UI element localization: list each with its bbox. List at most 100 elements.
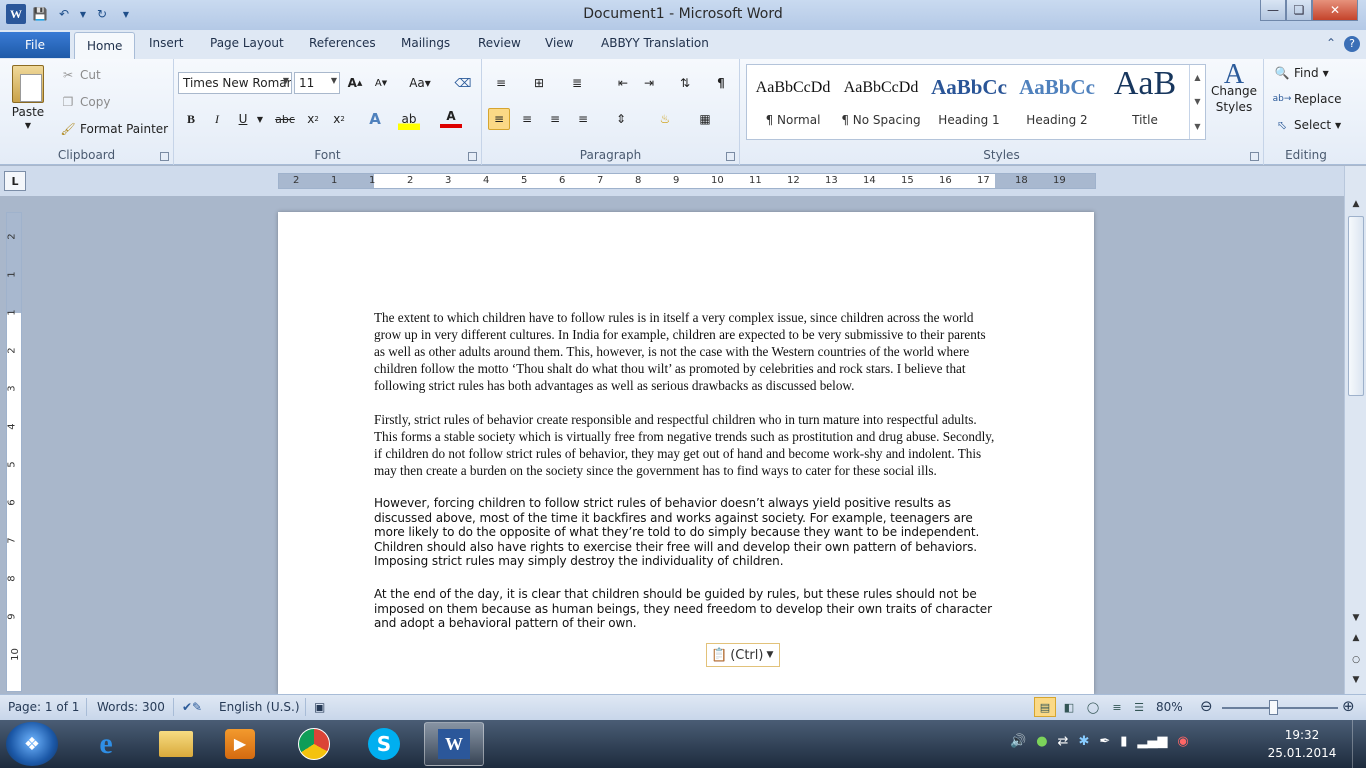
sync-icon[interactable]: ⇄ [1058, 734, 1069, 749]
chrome-icon[interactable] [284, 722, 344, 766]
shading-icon[interactable]: ♨ [654, 108, 676, 130]
grow-font-icon[interactable]: A ▲ [344, 72, 366, 94]
full-screen-reading-icon[interactable]: ◧ [1058, 697, 1080, 717]
tab-selector-button[interactable]: L [4, 171, 26, 191]
start-button[interactable]: ❖ [6, 722, 58, 766]
file-explorer-icon[interactable] [146, 722, 206, 766]
maximize-button[interactable]: ❏ [1286, 0, 1312, 21]
cut-button[interactable]: ✂ Cut [60, 67, 101, 83]
style-title[interactable]: AaB Title [1101, 65, 1189, 137]
tab-file[interactable]: File [0, 32, 70, 58]
word-taskbar-icon[interactable]: W [424, 722, 484, 766]
style-heading-1[interactable]: AaBbCc Heading 1 [925, 67, 1013, 137]
styles-gallery-scroll[interactable]: ▲ ▼ ▼ [1189, 65, 1205, 139]
select-button[interactable]: ⬁ Select ▼ [1274, 117, 1341, 133]
line-spacing-icon[interactable]: ⇕ [610, 108, 632, 130]
decrease-indent-icon[interactable]: ⇤ [612, 72, 634, 94]
tab-abbyy-translation[interactable]: ABBYY Translation [601, 36, 709, 50]
multilevel-list-icon[interactable]: ≣ [566, 72, 588, 94]
numbering-icon[interactable]: ⊞ [528, 72, 550, 94]
tab-mailings[interactable]: Mailings [401, 36, 450, 50]
bluetooth-icon[interactable]: ✱ [1078, 734, 1089, 749]
style-normal[interactable]: AaBbCcDd ¶ Normal [749, 67, 837, 137]
browse-object-icon[interactable]: ○ [1348, 652, 1364, 668]
tab-references[interactable]: References [309, 36, 376, 50]
tab-home[interactable]: Home [74, 32, 136, 60]
justify-icon[interactable]: ≡ [572, 108, 594, 130]
change-styles-button[interactable]: A Change Styles [1210, 61, 1258, 115]
paragraph[interactable]: Firstly, strict rules of behavior create… [374, 411, 999, 479]
styles-launcher-icon[interactable] [1250, 152, 1259, 161]
paragraph[interactable]: However, forcing children to follow stri… [374, 496, 999, 569]
borders-icon[interactable]: ▦ [694, 108, 716, 130]
align-center-icon[interactable]: ≡ [516, 108, 538, 130]
font-size-combo[interactable]: 11 ▼ [294, 72, 340, 94]
close-button[interactable]: ✕ [1312, 0, 1358, 21]
network-app-icon[interactable]: ● [1036, 734, 1047, 749]
paragraph[interactable]: The extent to which children have to fol… [374, 309, 999, 394]
sort-icon[interactable]: ⇅ [674, 72, 696, 94]
tab-view[interactable]: View [545, 36, 573, 50]
proofing-icon[interactable]: ✔✎ [182, 700, 202, 714]
paste-dropdown-icon[interactable]: ▼ [25, 121, 31, 130]
highlight-icon[interactable]: ab [398, 108, 420, 130]
font-launcher-icon[interactable] [468, 152, 477, 161]
previous-page-icon[interactable]: ▲ [1348, 630, 1364, 646]
internet-explorer-icon[interactable]: e [76, 722, 136, 766]
language[interactable]: English (U.S.) [219, 700, 300, 714]
shrink-font-icon[interactable]: A ▼ [370, 72, 392, 94]
zoom-slider[interactable] [1222, 707, 1338, 709]
signal-icon[interactable]: ▂▄▆ [1137, 734, 1167, 749]
copy-button[interactable]: ❐ Copy [60, 94, 111, 110]
increase-indent-icon[interactable]: ⇥ [638, 72, 660, 94]
paste-button[interactable]: Paste ▼ [8, 65, 48, 130]
bold-icon[interactable]: B [180, 108, 202, 130]
font-name-combo[interactable]: Times New Roman ▼ [178, 72, 292, 94]
align-left-icon[interactable]: ≡ [488, 108, 510, 130]
replace-button[interactable]: ab→ Replace [1273, 91, 1342, 107]
chevron-up-icon[interactable]: ▲ [1194, 73, 1200, 82]
minimize-button[interactable]: — [1260, 0, 1286, 21]
tab-insert[interactable]: Insert [149, 36, 183, 50]
macro-record-icon[interactable]: ▣ [314, 700, 325, 714]
show-formatting-icon[interactable]: ¶ [710, 72, 732, 94]
clear-formatting-icon[interactable]: ⌫ [452, 72, 474, 94]
outline-icon[interactable]: ≡ [1106, 697, 1128, 717]
antivirus-icon[interactable]: ◉ [1177, 734, 1188, 749]
align-right-icon[interactable]: ≡ [544, 108, 566, 130]
document-page[interactable]: The extent to which children have to fol… [278, 212, 1094, 694]
bullets-icon[interactable]: ≡ [490, 72, 512, 94]
style-no-spacing[interactable]: AaBbCcDd ¶ No Spacing [837, 67, 925, 137]
show-desktop-button[interactable] [1352, 720, 1366, 768]
vertical-scrollbar[interactable]: ▲ ▼ ▲ ○ ▼ [1344, 166, 1366, 694]
zoom-slider-thumb[interactable] [1269, 700, 1279, 715]
paragraph[interactable]: At the end of the day, it is clear that … [374, 587, 999, 631]
text-effects-icon[interactable]: A [364, 108, 386, 130]
skype-icon[interactable]: S [354, 722, 414, 766]
change-case-icon[interactable]: Aa▾ [406, 72, 434, 94]
document-body[interactable]: The extent to which children have to fol… [374, 309, 999, 649]
tab-review[interactable]: Review [478, 36, 521, 50]
next-page-icon[interactable]: ▼ [1348, 672, 1364, 688]
word-count[interactable]: Words: 300 [97, 700, 165, 714]
battery-icon[interactable]: ▮ [1120, 734, 1127, 749]
chevron-down-icon[interactable]: ▼ [1194, 97, 1200, 106]
clock[interactable]: 19:32 25.01.2014 [1262, 726, 1342, 762]
subscript-icon[interactable]: x2 [302, 108, 324, 130]
print-layout-icon[interactable]: ▤ [1034, 697, 1056, 717]
strikethrough-icon[interactable]: abc [274, 108, 296, 130]
italic-icon[interactable]: I [206, 108, 228, 130]
scroll-thumb[interactable] [1348, 216, 1364, 396]
clipboard-launcher-icon[interactable] [160, 152, 169, 161]
font-color-icon[interactable]: A [440, 108, 462, 128]
horizontal-ruler[interactable]: 2 1 1 2 3 4 5 6 7 8 9 10 11 12 13 14 15 16 17 18 19 [278, 173, 1096, 189]
minimize-ribbon-icon[interactable]: ⌃ [1326, 36, 1336, 52]
paste-options-button[interactable]: 📋 (Ctrl) ▼ [706, 643, 780, 667]
scroll-up-icon[interactable]: ▲ [1348, 196, 1364, 212]
media-player-icon[interactable]: ▶ [210, 722, 270, 766]
draft-icon[interactable]: ☰ [1128, 697, 1150, 717]
underline-icon[interactable]: U [232, 108, 254, 130]
page-count[interactable]: Page: 1 of 1 [8, 700, 79, 714]
paragraph-launcher-icon[interactable] [726, 152, 735, 161]
zoom-in-icon[interactable]: ⊕ [1342, 697, 1355, 715]
